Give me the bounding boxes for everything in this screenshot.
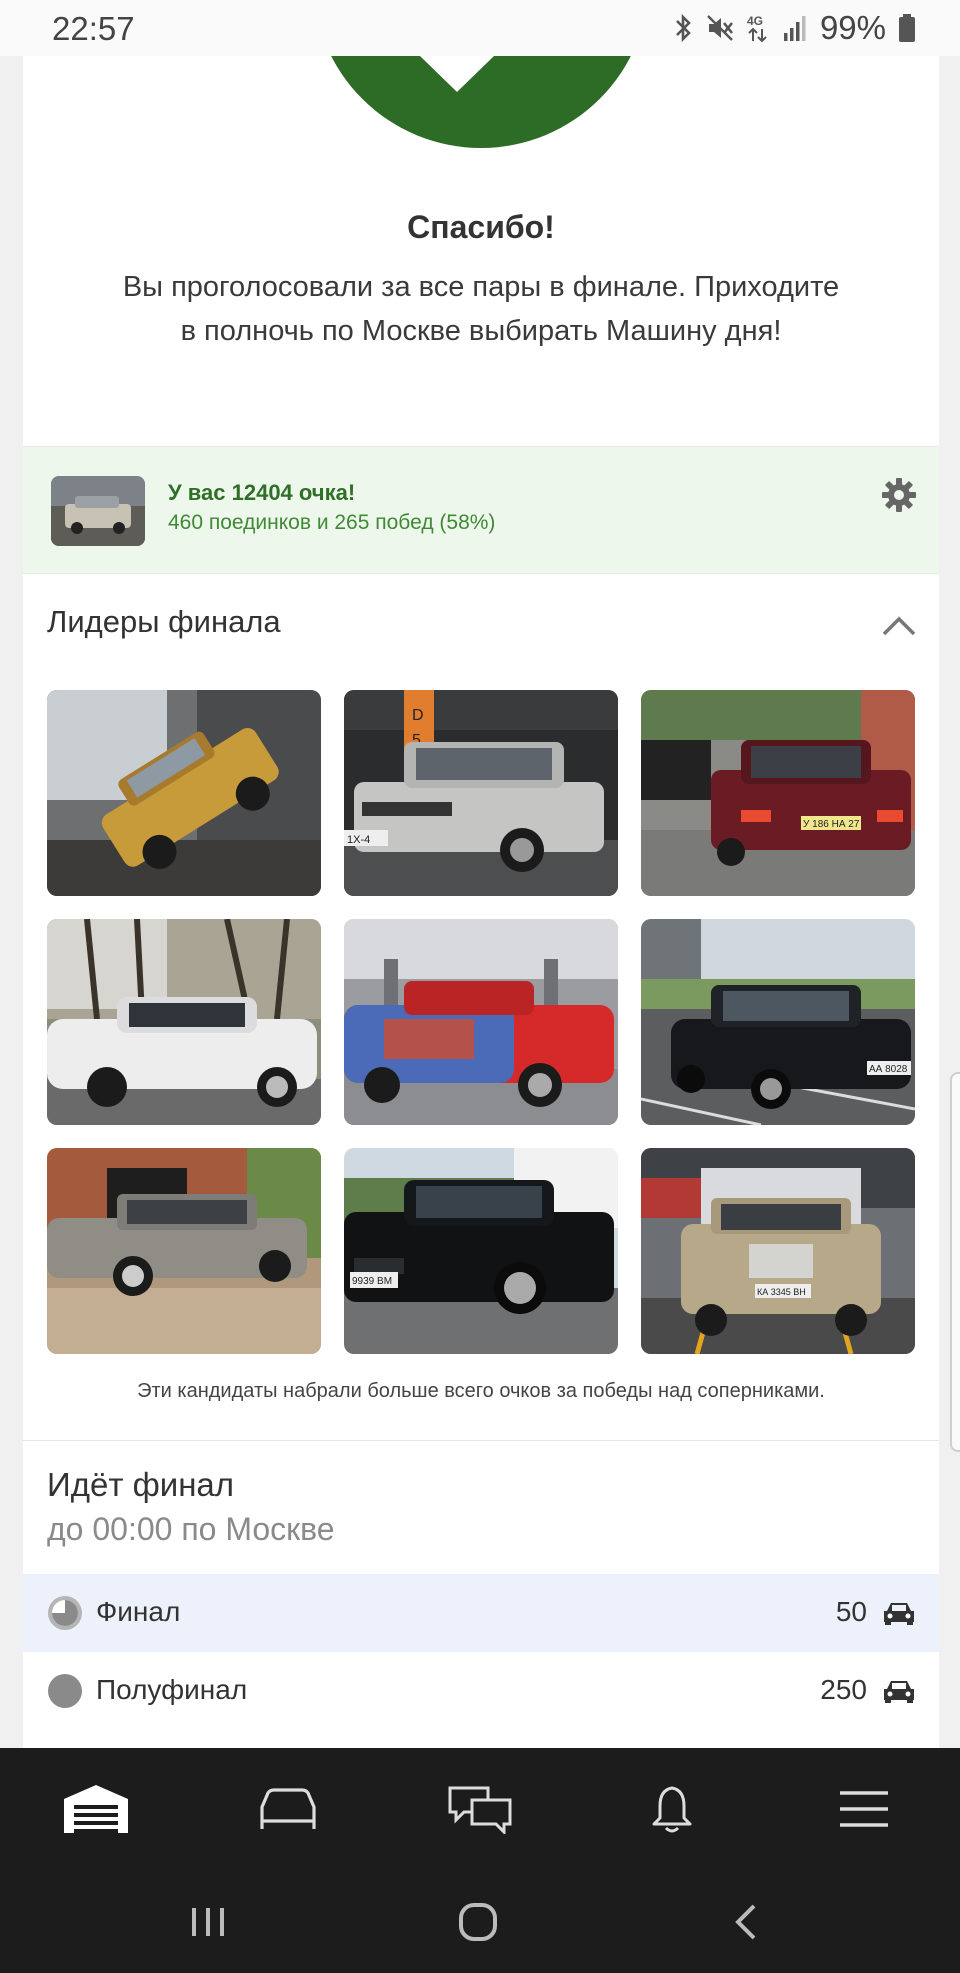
bottom-nav [0, 1748, 960, 1870]
nav-messages[interactable] [384, 1748, 576, 1870]
messages-icon [448, 1786, 512, 1834]
leaders-caption: Эти кандидаты набрали больше всего очков… [137, 1380, 825, 1402]
leaders-title: Лидеры финала [47, 604, 281, 639]
stage-label: Финал [96, 1596, 181, 1627]
final-title: Идёт финал [47, 1466, 235, 1503]
leader-thumb[interactable] [344, 919, 618, 1125]
leader-thumb[interactable]: АА 8028 [641, 919, 915, 1125]
leader-thumb[interactable]: У 186 НА 27 [641, 690, 915, 896]
leader-thumb[interactable] [47, 1148, 321, 1354]
nav-notifications[interactable] [576, 1748, 768, 1870]
plate-text: КА 3345 ВН [757, 1287, 806, 1297]
garage-icon [64, 1785, 128, 1833]
nav-cars[interactable] [192, 1748, 384, 1870]
progress-pie-icon [48, 1596, 82, 1630]
thanks-section: Спасибо! Вы проголосовали за все пары в … [23, 56, 939, 446]
stage-count: 250 [820, 1674, 867, 1705]
back-button[interactable] [686, 1870, 806, 1973]
scrollbar-thumb[interactable] [950, 1072, 960, 1452]
gear-icon[interactable] [879, 475, 919, 515]
divider [23, 1440, 939, 1441]
leader-thumb[interactable]: D 5 1X-4 [344, 690, 618, 896]
progress-pie-icon [48, 1674, 82, 1708]
thanks-message: Вы проголосовали за все пары в финале. П… [23, 265, 939, 353]
bell-icon [652, 1786, 692, 1833]
status-time: 22:57 [52, 10, 135, 47]
home-icon [459, 1902, 497, 1941]
stage-row-final[interactable]: Финал 50 [23, 1574, 939, 1652]
signal-icon [783, 16, 806, 41]
recents-button[interactable] [148, 1870, 268, 1973]
leader-thumb[interactable] [47, 919, 321, 1125]
nav-garage[interactable] [0, 1748, 192, 1870]
battery-percent: 99% [819, 9, 886, 46]
back-icon [735, 1904, 756, 1939]
leaders-grid: D 5 1X-4 У 186 НА 27 АА 8028 9939 ВМ КА … [47, 690, 915, 1354]
leaders-header[interactable]: Лидеры финала [23, 576, 939, 676]
points-banner: У вас 12404 очка! 460 поединков и 265 по… [23, 446, 939, 574]
svg-text:4G: 4G [747, 14, 763, 28]
thanks-message-line1: Вы проголосовали за все пары в финале. П… [122, 271, 840, 303]
plate-text: 1X-4 [347, 834, 370, 846]
mute-icon [707, 15, 733, 41]
stage-count: 50 [835, 1596, 867, 1627]
plate-text: У 186 НА 27 [803, 819, 860, 830]
car-icon [884, 1681, 914, 1703]
plate-text: АА 8028 [869, 1064, 908, 1075]
points-stats: 460 поединков и 265 побед (58%) [168, 511, 496, 534]
battery-icon [899, 14, 915, 42]
leader-thumb[interactable] [47, 690, 321, 896]
chevron-up-icon[interactable] [881, 614, 917, 638]
stage-row-semifinal[interactable]: Полуфинал 250 [23, 1652, 939, 1730]
avatar[interactable] [51, 476, 145, 546]
leader-thumb[interactable]: 9939 ВМ [344, 1148, 618, 1354]
leader-thumb[interactable]: КА 3345 ВН [641, 1148, 915, 1354]
car-icon [260, 1788, 316, 1829]
network-4g-icon: 4G [747, 14, 767, 43]
plate-text: 9939 ВМ [352, 1276, 392, 1287]
status-bar: 22:57 4G 99% [0, 0, 960, 56]
feed-card: Спасибо! Вы проголосовали за все пары в … [23, 56, 939, 1748]
check-icon [420, 56, 494, 92]
status-icons: 4G 99% [674, 9, 916, 46]
car-icon [884, 1603, 914, 1625]
svg-text:D: D [412, 707, 424, 724]
points-title: У вас 12404 очка! [168, 480, 356, 505]
thanks-title: Спасибо! [407, 209, 555, 245]
thanks-message-line2: в полночь по Москве выбирать Машину дня! [180, 315, 782, 347]
bluetooth-icon [676, 13, 691, 43]
home-button[interactable] [418, 1870, 538, 1973]
menu-icon [840, 1791, 888, 1827]
final-deadline: до 00:00 по Москве [47, 1511, 335, 1547]
system-nav [0, 1870, 960, 1973]
stage-label: Полуфинал [96, 1674, 248, 1705]
recents-icon [192, 1907, 224, 1936]
nav-menu[interactable] [768, 1748, 960, 1870]
